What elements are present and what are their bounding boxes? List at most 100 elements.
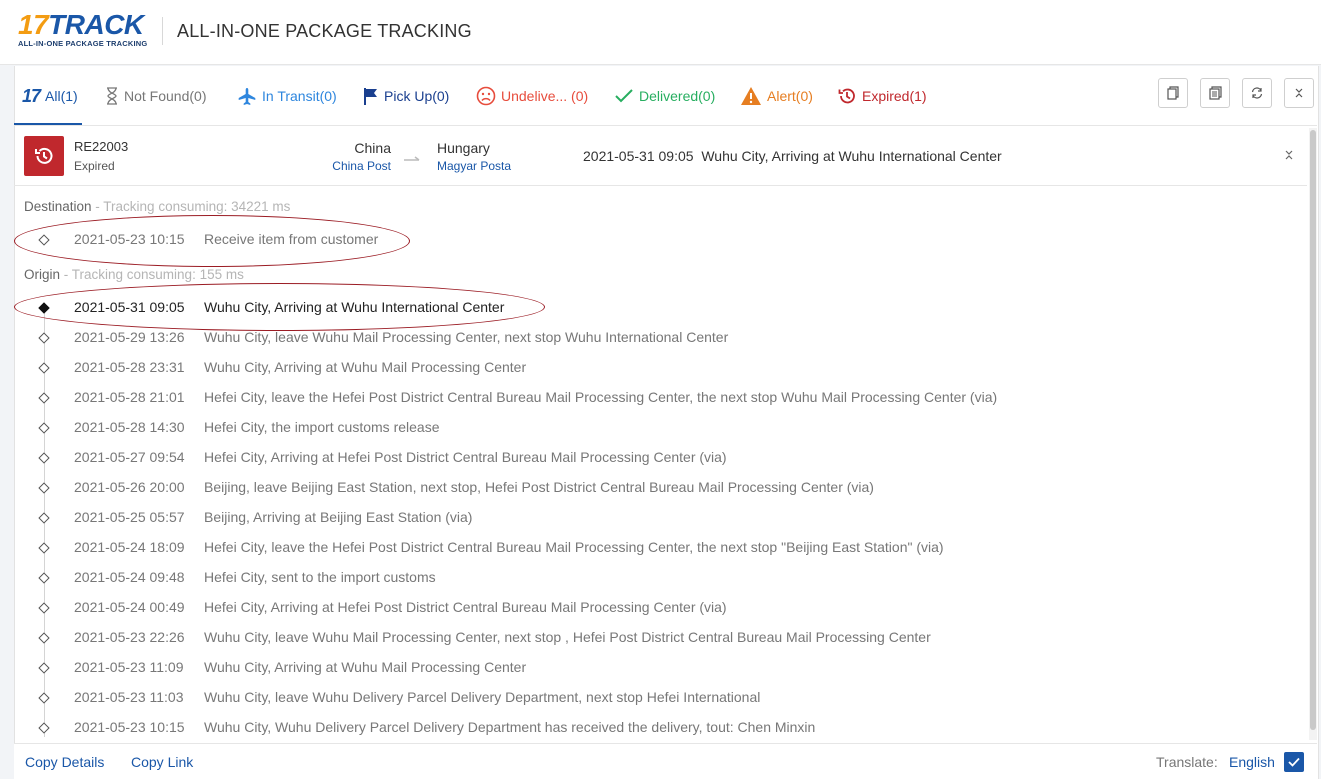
timeline-dot-icon xyxy=(38,482,49,493)
tab-alert[interactable]: Alert(0) xyxy=(740,76,813,116)
tab-pick-up[interactable]: Pick Up(0) xyxy=(363,76,449,116)
copy-list-icon xyxy=(1209,86,1222,100)
event-description: Beijing, leave Beijing East Station, nex… xyxy=(204,479,874,495)
event-description: Wuhu City, leave Wuhu Mail Processing Ce… xyxy=(204,329,728,345)
event-description: Wuhu City, Wuhu Delivery Parcel Delivery… xyxy=(204,719,815,735)
origin-country: China xyxy=(332,140,391,156)
tracking-number[interactable]: RE22003 xyxy=(74,139,128,154)
timeline-dot-icon xyxy=(38,234,49,245)
collapse-icon xyxy=(1294,87,1304,99)
event-time: 2021-05-23 10:15 xyxy=(74,719,185,735)
tracking-event: 2021-05-23 11:09 Wuhu City, Arriving at W… xyxy=(24,655,1294,685)
17-logo-icon: 17 xyxy=(22,86,40,107)
tab-label: Delivered(0) xyxy=(639,88,715,104)
origin-carrier-link[interactable]: China Post xyxy=(332,159,391,173)
tab-not-found[interactable]: Not Found(0) xyxy=(105,76,206,116)
event-description: Hefei City, the import customs release xyxy=(204,419,440,435)
airplane-icon xyxy=(237,87,257,105)
event-time: 2021-05-25 05:57 xyxy=(74,509,185,525)
tracking-event: 2021-05-23 22:26 Wuhu City, leave Wuhu Ma… xyxy=(24,625,1294,655)
event-time: 2021-05-24 00:49 xyxy=(74,599,185,615)
event-time: 2021-05-29 13:26 xyxy=(74,329,185,345)
refresh-button[interactable] xyxy=(1242,78,1272,108)
scrollbar-thumb[interactable] xyxy=(1310,130,1316,730)
tracking-event: 2021-05-25 05:57 Beijing, Arriving at Bei… xyxy=(24,505,1294,535)
history-icon xyxy=(837,86,857,106)
chevron-collapse-icon[interactable] xyxy=(1282,148,1296,162)
page-title: ALL-IN-ONE PACKAGE TRACKING xyxy=(177,21,472,42)
tab-label: All(1) xyxy=(45,88,78,104)
event-description: Wuhu City, Arriving at Wuhu Mail Process… xyxy=(204,359,526,375)
event-description: Receive item from customer xyxy=(204,231,378,247)
timeline-dot-icon xyxy=(38,332,49,343)
event-time: 2021-05-28 23:31 xyxy=(74,359,185,375)
logo[interactable]: 17TRACK ALL-IN-ONE PACKAGE TRACKING xyxy=(18,10,150,50)
tab-label: Alert(0) xyxy=(767,88,813,104)
origin-consuming: - Tracking consuming: 155 ms xyxy=(60,267,244,282)
tabs-divider xyxy=(14,125,1317,126)
tab-delivered[interactable]: Delivered(0) xyxy=(614,76,715,116)
scrollbar[interactable] xyxy=(1309,128,1317,740)
event-description: Hefei City, Arriving at Hefei Post Distr… xyxy=(204,449,727,465)
event-description: Wuhu City, leave Wuhu Mail Processing Ce… xyxy=(204,629,931,645)
copy-numbers-button[interactable] xyxy=(1158,78,1188,108)
panel-footer: Copy Details Copy Link Translate: Englis… xyxy=(14,743,1317,780)
tracking-event: 2021-05-24 09:48 Hefei City, sent to the … xyxy=(24,565,1294,595)
tab-label: Not Found(0) xyxy=(124,88,206,104)
translate-checkbox[interactable] xyxy=(1284,752,1304,772)
timeline-dot-icon xyxy=(38,392,49,403)
route-arrow-icon xyxy=(404,154,424,164)
translate-label: Translate: xyxy=(1156,754,1218,770)
latest-event: 2021-05-31 09:05 Wuhu City, Arriving at … xyxy=(583,148,1002,164)
event-description: Wuhu City, Arriving at Wuhu Mail Process… xyxy=(204,659,526,675)
package-summary-row[interactable]: RE22003 Expired China China Post Hungar… xyxy=(14,128,1307,186)
refresh-icon xyxy=(1250,86,1264,100)
timeline-dot-icon xyxy=(38,722,49,733)
tab-undelivered[interactable]: Undelive... (0) xyxy=(476,76,588,116)
tracking-event: 2021-05-28 23:31 Wuhu City, Arriving at W… xyxy=(24,355,1294,385)
timeline-dot-icon xyxy=(38,362,49,373)
copy-link-link[interactable]: Copy Link xyxy=(131,754,193,770)
package-status: Expired xyxy=(74,159,115,173)
tracking-event: 2021-05-27 09:54 Hefei City, Arriving at … xyxy=(24,445,1294,475)
event-description: Hefei City, leave the Hefei Post Distric… xyxy=(204,539,944,555)
origin-info: China China Post xyxy=(332,140,391,173)
timeline-dot-icon xyxy=(38,452,49,463)
tracking-event: 2021-05-24 18:09 Hefei City, leave the He… xyxy=(24,535,1294,565)
hourglass-icon xyxy=(105,87,119,105)
event-time: 2021-05-23 10:15 xyxy=(74,231,185,247)
event-time: 2021-05-24 18:09 xyxy=(74,539,185,555)
event-time: 2021-05-23 11:03 xyxy=(74,689,184,705)
copy-details-link[interactable]: Copy Details xyxy=(25,754,104,770)
tab-all[interactable]: 17 All(1) xyxy=(22,76,78,116)
copy-all-button[interactable] xyxy=(1200,78,1230,108)
tracking-event: 2021-05-29 13:26 Wuhu City, leave Wuhu Ma… xyxy=(24,325,1294,355)
tab-label: Pick Up(0) xyxy=(384,88,449,104)
timeline-dot-icon xyxy=(38,422,49,433)
event-time: 2021-05-23 22:26 xyxy=(74,629,185,645)
event-time: 2021-05-28 21:01 xyxy=(74,389,185,405)
timeline-dot-icon xyxy=(38,632,49,643)
translate-language-select[interactable]: English xyxy=(1229,754,1275,770)
tab-in-transit[interactable]: In Transit(0) xyxy=(237,76,337,116)
latest-event-desc: Wuhu City, Arriving at Wuhu Internationa… xyxy=(701,148,1001,164)
timeline-dot-icon xyxy=(38,572,49,583)
event-time: 2021-05-23 11:09 xyxy=(74,659,184,675)
destination-consuming: - Tracking consuming: 34221 ms xyxy=(92,199,291,214)
destination-carrier-link[interactable]: Magyar Posta xyxy=(437,159,511,173)
tracking-event: 2021-05-31 09:05 Wuhu City, Arriving at W… xyxy=(24,295,1294,325)
tracking-event: 2021-05-24 00:49 Hefei City, Arriving at … xyxy=(24,595,1294,625)
collapse-all-button[interactable] xyxy=(1284,78,1314,108)
event-time: 2021-05-24 09:48 xyxy=(74,569,185,585)
tracking-event: 2021-05-23 11:03 Wuhu City, leave Wuhu De… xyxy=(24,685,1294,715)
tab-expired[interactable]: Expired(1) xyxy=(837,76,927,116)
latest-event-time: 2021-05-31 09:05 xyxy=(583,148,694,164)
event-time: 2021-05-27 09:54 xyxy=(74,449,185,465)
destination-country: Hungary xyxy=(437,140,511,156)
tracking-event: 2021-05-23 10:15 Wuhu City, Wuhu Delivery… xyxy=(24,715,1294,745)
checkmark-icon xyxy=(614,88,634,104)
event-description: Hefei City, Arriving at Hefei Post Distr… xyxy=(204,599,727,615)
app-header: 17TRACK ALL-IN-ONE PACKAGE TRACKING ALL-… xyxy=(0,0,1321,65)
event-description: Wuhu City, leave Wuhu Delivery Parcel De… xyxy=(204,689,760,705)
timeline-dot-icon xyxy=(38,302,49,313)
